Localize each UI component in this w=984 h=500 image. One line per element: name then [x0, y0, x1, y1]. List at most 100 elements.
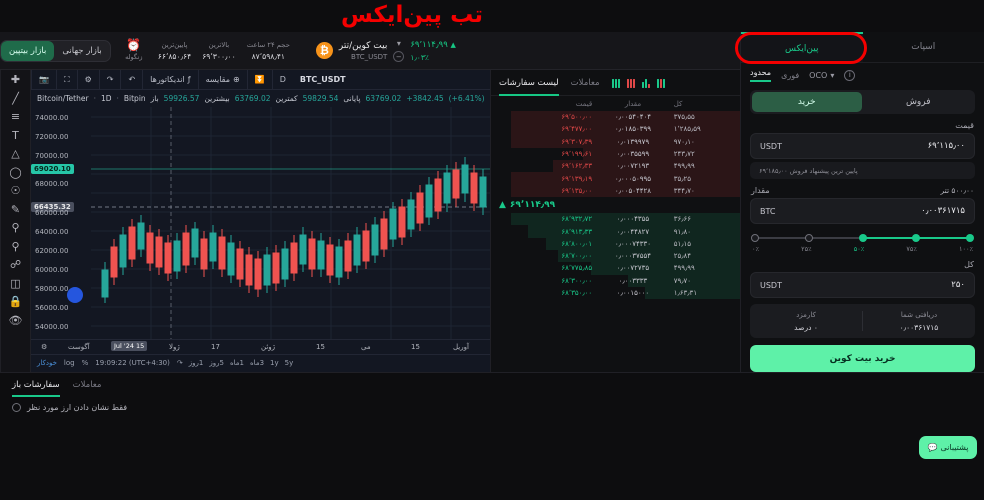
- price-input[interactable]: USDT ۶۹٬۱۱۵٫۰۰: [750, 133, 975, 159]
- filter-radio[interactable]: [12, 403, 21, 412]
- slider-handle[interactable]: [858, 234, 867, 242]
- amount-value: ۰٫۰۰۳۶۱۷۱۵: [921, 206, 965, 216]
- log-scale-button[interactable]: log: [64, 359, 75, 367]
- snapshot-icon[interactable]: ↷: [177, 359, 183, 367]
- chart-timezone[interactable]: (UTC+4:30) 19:09:22: [95, 359, 170, 367]
- ruler-icon[interactable]: ◫: [10, 277, 20, 290]
- slider-dot-25[interactable]: [912, 234, 921, 242]
- fee-summary: کارمزد ۰ درصد دریافتی شما ۰٫۰۰۳۶۱۷۱۵: [750, 304, 975, 338]
- tf-1d[interactable]: 1روز: [189, 359, 204, 367]
- chart-plot-area[interactable]: 74000.00 72000.00 70000.00 69020.10 6800…: [31, 107, 490, 339]
- legend-high: 63769.02: [234, 94, 271, 103]
- crosshair-icon[interactable]: ✚: [11, 74, 20, 86]
- tab-spot[interactable]: اسپات: [863, 32, 984, 62]
- x-label: می: [361, 343, 371, 351]
- compare-button[interactable]: ⊕ مقایسه: [197, 69, 247, 90]
- table-row[interactable]: ۶۹٬۴۷۷٫۰۰ ۰٫۰۱۸۵۰۳۹۹ ۱٬۲۸۵٫۵۹: [491, 123, 740, 136]
- book-sell-icon[interactable]: [641, 78, 650, 88]
- candlestick-svg: [67, 107, 490, 339]
- interval-button[interactable]: D: [271, 69, 293, 90]
- camera-icon[interactable]: 📷: [31, 69, 56, 90]
- x-label: ژولا: [169, 343, 180, 351]
- tf-5y[interactable]: 5y: [285, 359, 294, 367]
- tab-open-orders[interactable]: سفارشات باز: [12, 373, 60, 397]
- tf-1y[interactable]: 1y: [270, 359, 279, 367]
- asks-list: ۶۹٬۵۰۰٫۰۰ ۰٫۰۰۵۴۰۴۰۴ ۳۷۵٫۵۵ ۶۹٬۴۷۷٫۰۰ ۰٫…: [491, 111, 740, 198]
- chevron-down-icon[interactable]: ▾: [397, 39, 401, 48]
- sell-tab[interactable]: فروش: [864, 92, 974, 112]
- total-input[interactable]: USDT ۲۵۰: [750, 272, 975, 298]
- zoom-icon[interactable]: ⚲: [11, 240, 19, 253]
- table-row[interactable]: ۶۸٬۷۷۵٫۸۵ ۰٫۰۰۷۲۷۳۵ ۴۹۹٫۹۹: [491, 262, 740, 275]
- ask-amount: ۰٫۰۱۸۵۰۳۹۹: [614, 125, 652, 134]
- pattern-icon[interactable]: △: [11, 148, 19, 160]
- amount-input[interactable]: BTC ۰٫۰۰۳۶۱۷۱۵: [750, 198, 975, 224]
- orders-filter[interactable]: فقط نشان دادن ارز مورد نظر: [0, 397, 984, 418]
- table-row[interactable]: ۶۸٬۷۰۰٫۰۰ ۰٫۰۰۰۳۷۵۵۴ ۲۵٫۸۴: [491, 249, 740, 263]
- order-type-limit[interactable]: محدود: [750, 68, 772, 82]
- table-row[interactable]: ۶۸٬۹۳۲٫۷۲ ۰٫۰۰۰۴۳۵۵ ۳۶٫۶۶: [491, 213, 740, 226]
- table-row[interactable]: ۶۹٬۱۹۹٫۶۱ ۰٫۰۰۳۵۵۹۹ ۲۴۳٫۷۲: [491, 147, 740, 161]
- bid-total: ۱٫۶۳٫۳۱: [673, 289, 698, 297]
- table-row[interactable]: ۶۸٬۳۰۰٫۰۰ ۰٫۰۰۳۳۳۳ ۷۹٫۷۰: [491, 274, 740, 287]
- magnet2-icon[interactable]: ☍: [10, 259, 21, 271]
- bid-total: ۳۶٫۶۶: [673, 215, 692, 224]
- table-row[interactable]: ۶۹٬۳۰۷٫۳۹ ۰٫۰۱۳۹۹۷۹ ۹۷۰٫۱۰: [491, 135, 740, 148]
- book-depth-icon[interactable]: [656, 78, 665, 88]
- table-row[interactable]: ۶۹٬۱۳۹٫۱۹ ۰٫۰۰۰۵۰۹۹۵ ۳۵٫۲۵: [491, 172, 740, 185]
- slider-dot-75[interactable]: [804, 234, 813, 242]
- order-type-market[interactable]: فوری: [781, 71, 799, 80]
- buy-tab[interactable]: خرید: [752, 92, 862, 112]
- x-axis-gear-icon[interactable]: ⚙: [41, 343, 47, 351]
- slider-dot-0[interactable]: [966, 234, 974, 242]
- eye-icon[interactable]: 👁: [9, 314, 23, 327]
- table-row[interactable]: ۶۸٬۹۱۳٫۳۳ ۰٫۰۰۴۴۸۲۷ ۹۱٫۸۰: [491, 225, 740, 238]
- tab-pinex[interactable]: پین‌ایکس: [741, 32, 863, 62]
- candles-icon[interactable]: ⏬: [246, 69, 272, 90]
- table-row[interactable]: ۶۸٬۸۰۰٫۰۱ ۰٫۰۰۰۷۴۳۳۰ ۵۱٫۱۵: [491, 237, 740, 250]
- market-toggle-bitpin[interactable]: بازار بیتپین: [1, 40, 55, 61]
- fullscreen-icon[interactable]: ⛶: [55, 69, 77, 90]
- amount-slider[interactable]: [751, 234, 974, 242]
- book-both-icon[interactable]: [611, 78, 620, 88]
- minus-icon[interactable]: −: [393, 51, 405, 62]
- ticker-selector[interactable]: ₿ بیت کوین/تتر BTC_USDT ▾ − ▲ ۶۹٬۱۱۴٫۹۹ …: [315, 39, 456, 62]
- auto-scale-button[interactable]: خودکار: [37, 359, 57, 367]
- market-toggle-global[interactable]: بازار جهانی: [54, 41, 109, 61]
- bell-icon: ⏰: [126, 38, 142, 52]
- book-buy-icon[interactable]: [626, 78, 635, 88]
- support-button[interactable]: 💬 پشتیبانی: [919, 436, 977, 459]
- tab-trades[interactable]: معاملات: [571, 70, 600, 96]
- redo-icon[interactable]: ↷: [98, 69, 121, 90]
- undo-icon[interactable]: ↶: [120, 69, 142, 90]
- table-row[interactable]: ۶۸٬۳۵۰٫۰۰ ۰٫۰۰۱۵۰۰۰ ۱٫۶۳٫۳۱: [491, 286, 740, 300]
- brush-icon[interactable]: ✎: [11, 203, 20, 216]
- percent-scale-button[interactable]: %: [82, 359, 89, 367]
- lock-icon[interactable]: 🔒: [9, 296, 23, 308]
- measure-icon[interactable]: ◯: [9, 166, 21, 179]
- table-row[interactable]: ۶۹٬۵۰۰٫۰۰ ۰٫۰۰۵۴۰۴۰۴ ۳۷۵٫۵۵: [491, 111, 740, 124]
- oco-dropdown[interactable]: OCO ▾: [809, 71, 834, 80]
- tab-order-list[interactable]: لیست سفارشات: [499, 70, 559, 96]
- tab-order-trades[interactable]: معاملات: [73, 373, 102, 397]
- tf-1m[interactable]: 1ماه: [230, 359, 244, 367]
- fibonacci-icon[interactable]: ≡: [11, 111, 20, 123]
- chart-symbol[interactable]: BTC_USDT: [293, 70, 353, 90]
- trendline-icon[interactable]: ╱: [12, 92, 19, 105]
- gear-icon[interactable]: ⚙: [76, 69, 99, 90]
- table-row[interactable]: ۶۹٬۱۳۵٫۰۰ ۰٫۰۰۵۰۴۴۲۸ ۳۴۴٫۷۰: [491, 184, 740, 198]
- indicators-button[interactable]: ƒ اندیکاتورها: [142, 69, 197, 90]
- tf-3m[interactable]: 3ماه: [250, 359, 264, 367]
- alarm-button[interactable]: ⏰ زنگوله: [121, 38, 147, 61]
- market-type-toggle[interactable]: بازار بیتپین بازار جهانی: [0, 39, 111, 62]
- slider-dot-100[interactable]: [751, 234, 759, 242]
- text-icon[interactable]: T: [12, 129, 19, 142]
- column-price: قیمت: [575, 100, 593, 108]
- info-icon[interactable]: i: [844, 69, 856, 81]
- magnet-icon[interactable]: ⚲: [11, 222, 19, 234]
- x-label: ژوئن: [261, 343, 276, 351]
- tf-5d[interactable]: 5روز: [209, 359, 224, 367]
- emoji-icon[interactable]: ☉: [11, 185, 21, 197]
- table-row[interactable]: ۶۹٬۱۶۲٫۳۳ ۰٫۰۰۷۲۱۹۳ ۴۹۹٫۹۹: [491, 160, 740, 173]
- submit-buy-button[interactable]: خرید بیت کوین: [750, 345, 975, 372]
